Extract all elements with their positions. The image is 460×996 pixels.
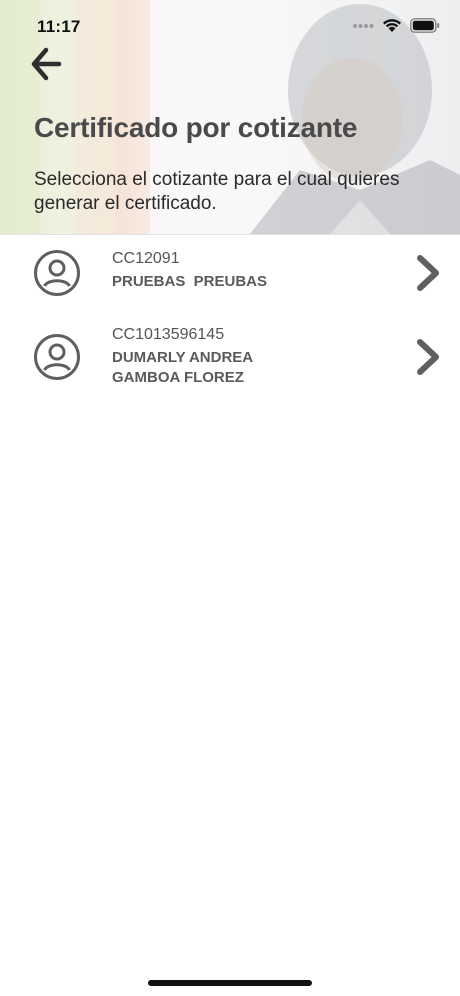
chevron-right-icon	[417, 255, 439, 291]
contributor-list: CC12091 PRUEBAS PREUBAS CC1013596145 DUM…	[0, 234, 460, 401]
contributor-text: CC12091 PRUEBAS PREUBAS	[112, 249, 312, 292]
page-subtitle: Selecciona el cotizante para el cual qui…	[34, 169, 400, 214]
contributor-name: DUMARLY ANDREA GAMBOA FLOREZ	[112, 348, 312, 388]
status-icons	[352, 18, 440, 33]
signal-dots-icon	[353, 23, 374, 28]
chevron-right-icon	[417, 339, 439, 375]
contributor-name-line: DUMARLY ANDREA	[112, 349, 254, 366]
contributor-name-line: PRUEBAS PREUBAS	[112, 273, 268, 290]
arrow-left-icon	[31, 47, 62, 81]
contributor-item[interactable]: CC1013596145 DUMARLY ANDREA GAMBOA FLORE…	[0, 311, 460, 401]
contributor-name: PRUEBAS PREUBAS	[112, 272, 312, 292]
wifi-icon	[383, 19, 401, 32]
contributor-item[interactable]: CC12091 PRUEBAS PREUBAS	[0, 235, 460, 311]
battery-icon	[410, 18, 440, 33]
user-circle-icon	[34, 250, 80, 296]
screen: 11:17 Certificado por cotizante Seleccio…	[0, 0, 460, 996]
back-button[interactable]	[30, 44, 64, 84]
home-indicator[interactable]	[148, 980, 312, 986]
status-time: 11:17	[37, 17, 81, 36]
user-circle-icon	[34, 334, 80, 380]
status-bar: 11:17	[0, 0, 460, 54]
contributor-text: CC1013596145 DUMARLY ANDREA GAMBOA FLORE…	[112, 325, 312, 388]
page-title: Certificado por cotizante	[34, 112, 358, 143]
contributor-id: CC12091	[112, 250, 180, 267]
contributor-name-line: GAMBOA FLOREZ	[112, 369, 244, 386]
contributor-id: CC1013596145	[112, 326, 225, 343]
